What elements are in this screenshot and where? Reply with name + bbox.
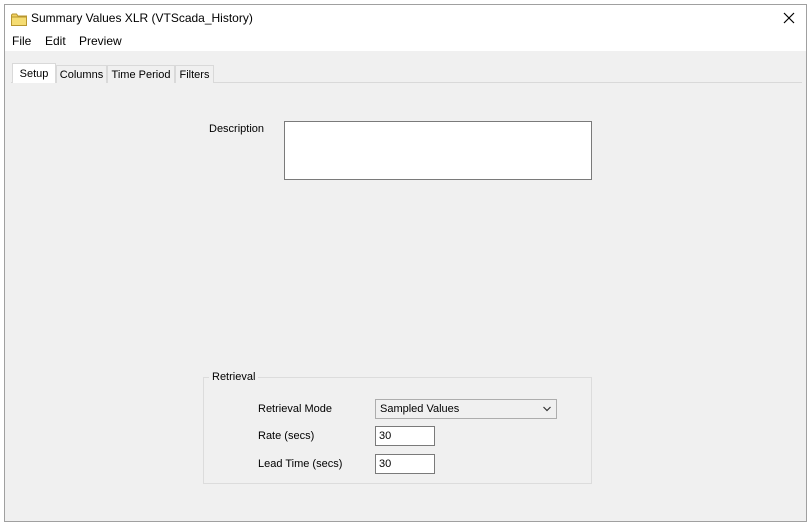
retrieval-mode-label: Retrieval Mode [258,403,332,415]
close-icon [783,12,795,24]
lead-time-label: Lead Time (secs) [258,458,343,470]
window-title: Summary Values XLR (VTScada_History) [31,11,253,25]
retrieval-mode-select[interactable]: Sampled Values [375,399,557,419]
tab-columns[interactable]: Columns [56,65,107,83]
tab-time-period[interactable]: Time Period [107,65,175,83]
tab-filters[interactable]: Filters [175,65,214,83]
folder-icon [11,13,27,26]
title-bar[interactable]: Summary Values XLR (VTScada_History) [5,5,806,31]
tab-setup[interactable]: Setup [12,63,56,83]
rate-label: Rate (secs) [258,430,315,442]
lead-time-input[interactable]: 30 [375,454,435,474]
chevron-down-icon [543,406,551,412]
rate-input[interactable]: 30 [375,426,435,446]
retrieval-mode-value: Sampled Values [380,403,460,415]
description-field[interactable] [284,121,592,180]
retrieval-group-title: Retrieval [209,371,259,383]
menu-bar: File Edit Preview [5,31,806,51]
description-label: Description [209,123,265,135]
report-window: Summary Values XLR (VTScada_History) Fil… [4,4,807,522]
menu-edit[interactable]: Edit [45,34,66,48]
tab-strip: Setup Columns Time Period Filters [5,51,806,83]
menu-file[interactable]: File [12,34,31,48]
close-button[interactable] [772,5,806,31]
menu-preview[interactable]: Preview [79,34,122,48]
